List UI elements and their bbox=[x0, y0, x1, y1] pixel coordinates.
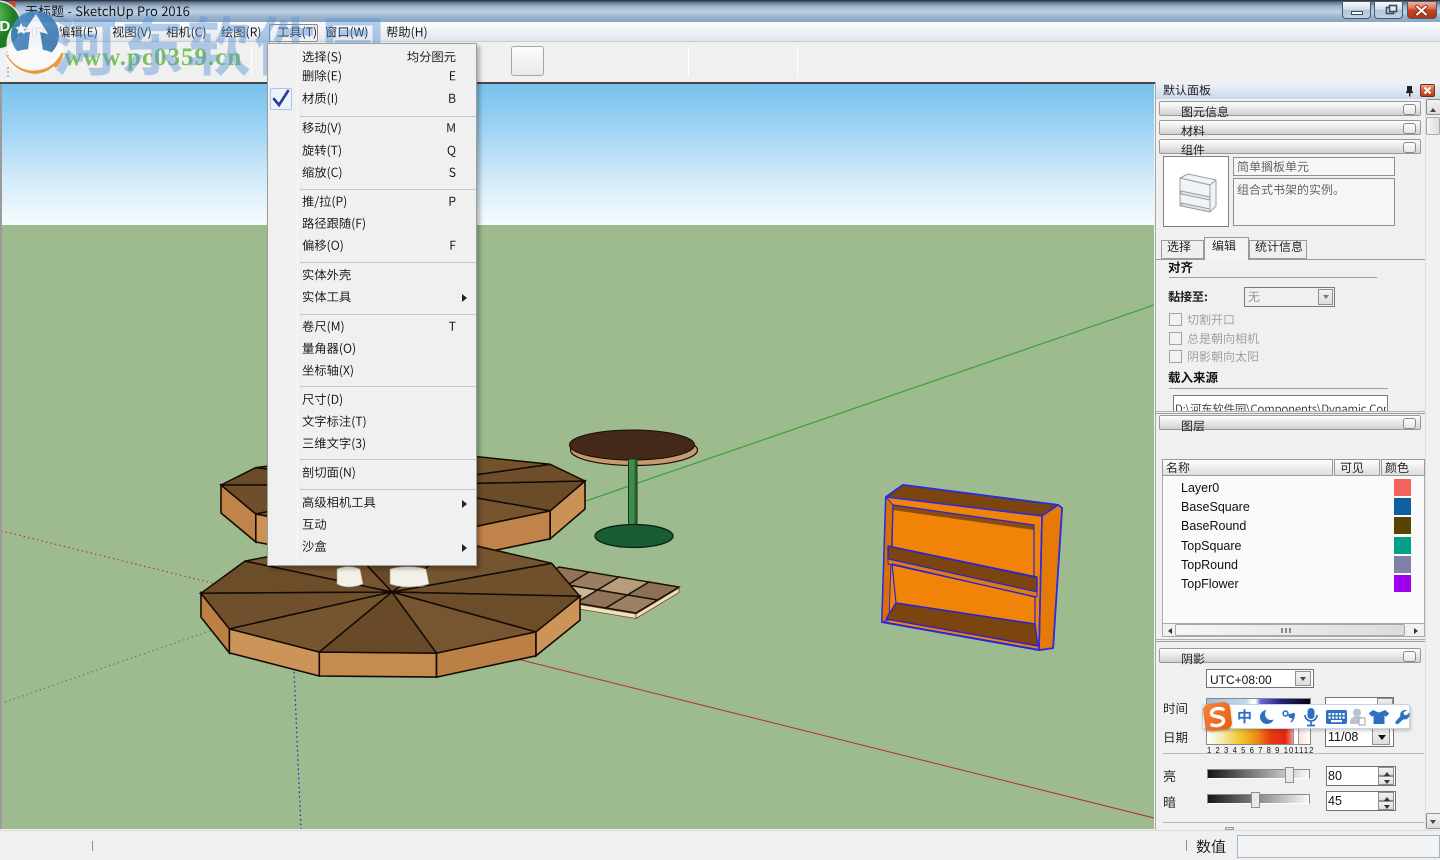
svg-text:3D: 3D bbox=[0, 18, 10, 35]
